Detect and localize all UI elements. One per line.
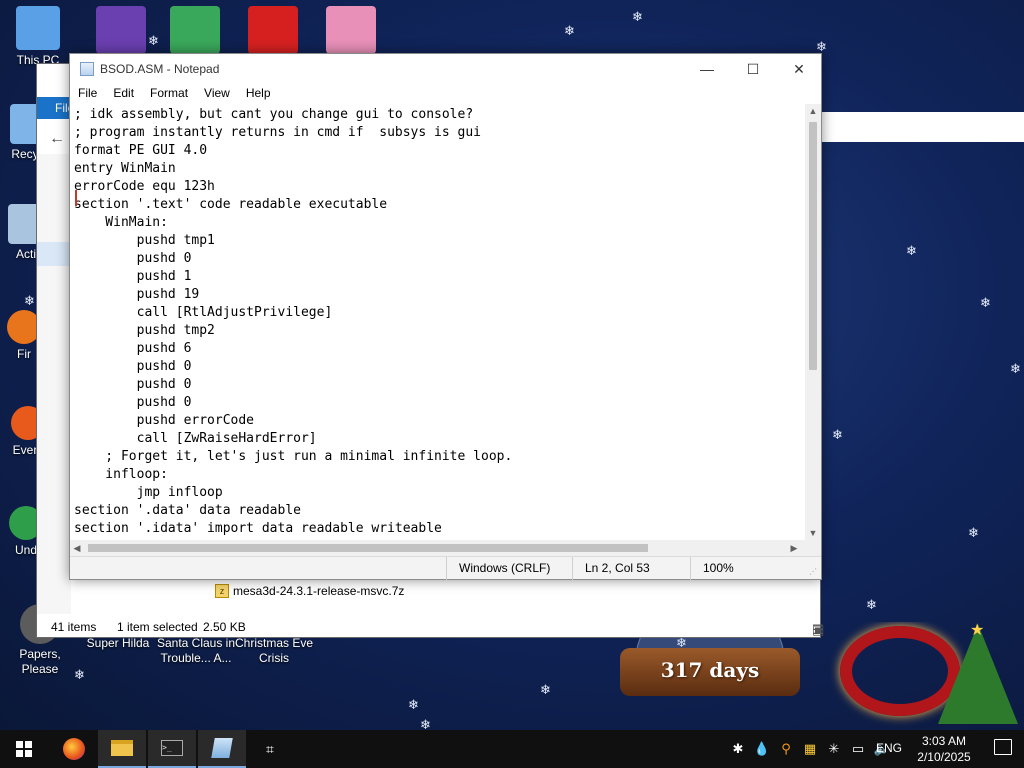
snowflake-icon: ❄	[564, 23, 575, 38]
taskbar-file-explorer[interactable]	[98, 730, 146, 768]
menu-edit[interactable]: Edit	[105, 84, 142, 104]
scroll-right-arrow-icon[interactable]: ▶	[787, 540, 801, 556]
network-icon: ⌗	[266, 740, 274, 757]
status-selected: 1 item selected	[117, 620, 198, 634]
snowflake-icon: ❄	[968, 525, 979, 540]
desktop-shortcut-icon[interactable]	[326, 6, 376, 54]
desktop-icon-santa-claus[interactable]: Santa Claus in Trouble... A...	[156, 636, 236, 666]
notepad-window[interactable]: BSOD.ASM - Notepad — ☐ ✕ File Edit Forma…	[69, 53, 822, 580]
desktop-icon-christmas-eve-crisis[interactable]: Christmas Eve Crisis	[234, 636, 314, 666]
desktop-icon-this-pc[interactable]: This PC	[2, 6, 74, 68]
firefox-icon	[63, 738, 85, 760]
start-button[interactable]	[0, 730, 48, 768]
notification-center-icon[interactable]	[994, 739, 1012, 755]
status-zoom: 100%	[690, 557, 810, 580]
editor-content[interactable]: ; idk assembly, but cant you change gui …	[70, 104, 805, 538]
snowflake-icon: ❄	[408, 697, 419, 712]
tray-droplet-icon[interactable]: 💧	[750, 741, 774, 757]
vertical-scrollbar[interactable]: ▲ ▼	[805, 104, 821, 540]
desktop-icon-super-hilda[interactable]: Super Hilda	[82, 636, 154, 651]
countdown-text: 317 days	[660, 658, 760, 682]
desktop-shortcut-icon[interactable]	[248, 6, 298, 54]
horizontal-scrollbar[interactable]: ◀ ▶	[70, 540, 805, 556]
christmas-decoration: ★	[830, 622, 1024, 730]
snowflake-icon: ❄	[420, 717, 431, 730]
taskbar-notepad[interactable]	[198, 730, 246, 768]
menu-view[interactable]: View	[196, 84, 238, 104]
clock-time: 3:03 AM	[921, 734, 967, 748]
taskbar-clock[interactable]: 3:03 AM 2/10/2025	[908, 733, 980, 765]
folder-icon	[111, 740, 133, 756]
tray-app-icon[interactable]: ✱	[726, 741, 750, 757]
status-line-ending: Windows (CRLF)	[446, 557, 570, 580]
desktop-icon-label: Papers, Please	[19, 647, 61, 676]
clock-date: 2/10/2025	[917, 750, 971, 764]
back-arrow-icon[interactable]: ←	[49, 130, 65, 148]
desktop-icon-label: Super Hilda	[86, 636, 150, 650]
taskbar-firefox[interactable]	[50, 730, 98, 768]
close-button[interactable]: ✕	[776, 54, 822, 84]
menu-help[interactable]: Help	[238, 84, 279, 104]
status-cursor-position: Ln 2, Col 53	[572, 557, 690, 580]
snowflake-icon: ❄	[1010, 361, 1021, 376]
tray-network-icon[interactable]: ▭	[846, 741, 870, 757]
snowflake-icon: ❄	[24, 293, 35, 308]
snowflake-icon: ❄	[148, 33, 159, 48]
status-size: 2.50 KB	[203, 620, 246, 634]
scroll-left-arrow-icon[interactable]: ◀	[70, 540, 84, 556]
resize-grip-icon[interactable]: ⋰	[809, 567, 819, 577]
snowflake-icon: ❄	[906, 243, 917, 258]
title-bar[interactable]: BSOD.ASM - Notepad — ☐ ✕	[70, 54, 821, 84]
window-title: BSOD.ASM - Notepad	[100, 62, 220, 76]
desktop-shortcut-icon[interactable]	[96, 6, 146, 54]
vertical-scroll-thumb[interactable]	[809, 122, 817, 370]
scroll-down-arrow-icon[interactable]: ▼	[805, 526, 821, 540]
file-name: mesa3d-24.3.1-release-msvc.7z	[233, 584, 405, 598]
star-icon: ★	[970, 622, 985, 639]
scrollbar-corner	[805, 540, 821, 556]
status-item-count: 41 items	[51, 620, 97, 634]
text-editor[interactable]: ; idk assembly, but cant you change gui …	[70, 104, 805, 540]
minimize-button[interactable]: —	[684, 54, 730, 84]
desktop-icon-label: Christmas Eve Crisis	[234, 636, 314, 665]
tiles-view-icon[interactable]: ▣	[812, 622, 824, 638]
taskbar-network-tool[interactable]: ⌗	[246, 730, 294, 768]
snowflake-icon: ❄	[980, 295, 991, 310]
horizontal-scroll-thumb[interactable]	[88, 544, 648, 552]
snowflake-icon: ❄	[632, 9, 643, 24]
notepad-status-bar: Windows (CRLF) Ln 2, Col 53 100% ⋰	[70, 556, 821, 580]
terminal-icon: >_	[161, 740, 183, 756]
notepad-icon	[80, 62, 94, 76]
background-window-edge	[820, 112, 1024, 142]
snowflake-icon: ❄	[866, 597, 877, 612]
maximize-button[interactable]: ☐	[730, 54, 776, 84]
desktop-shortcut-icon[interactable]	[170, 6, 220, 54]
language-indicator[interactable]: ENG	[876, 741, 902, 755]
desktop-icon-label: Santa Claus in Trouble... A...	[156, 636, 236, 665]
tray-grid-icon[interactable]: ▦	[798, 741, 822, 757]
menu-file[interactable]: File	[70, 84, 105, 104]
taskbar-command-prompt[interactable]: >_	[148, 730, 196, 768]
computer-icon	[16, 6, 60, 50]
snowflake-icon: ❄	[816, 39, 827, 54]
snowflake-icon: ❄	[540, 682, 551, 697]
snowflake-icon: ❄	[832, 427, 843, 442]
text-caret	[75, 190, 77, 206]
taskbar: >_ ⌗ ✱ 💧 ⚲ ▦ ✳ ▭ 🔈 ENG 3:03 AM 2/10/2025	[0, 730, 1024, 768]
scroll-up-arrow-icon[interactable]: ▲	[805, 104, 821, 118]
tray-snowflake-icon[interactable]: ✳	[822, 741, 846, 757]
menu-bar: File Edit Format View Help	[70, 84, 821, 104]
navigation-pane	[37, 154, 71, 614]
notepad-icon	[211, 738, 233, 758]
tray-search-icon[interactable]: ⚲	[774, 741, 798, 757]
navigation-selected-item[interactable]	[37, 242, 71, 266]
windows-logo-icon	[16, 741, 32, 757]
archive-icon: z	[215, 584, 229, 598]
system-tray: ✱ 💧 ⚲ ▦ ✳ ▭ 🔈	[726, 730, 894, 768]
explorer-status-bar: 41 items 1 item selected 2.50 KB ☰ ▣	[37, 617, 824, 637]
menu-format[interactable]: Format	[142, 84, 196, 104]
file-list-item[interactable]: z mesa3d-24.3.1-release-msvc.7z	[215, 584, 404, 598]
